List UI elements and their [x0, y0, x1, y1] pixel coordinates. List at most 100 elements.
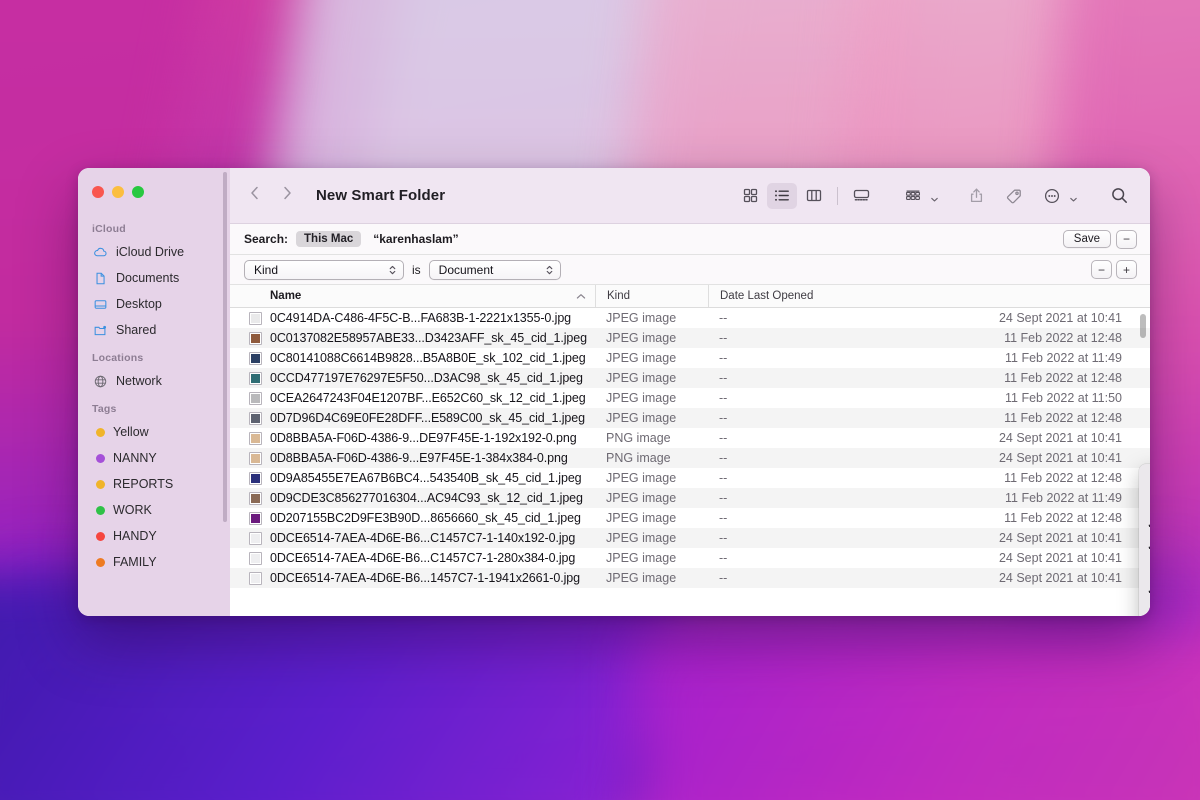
search-scope-bar: Search: This Mac “karenhaslam” Save −	[230, 224, 1150, 255]
file-list[interactable]: 0C4914DA-C486-4F5C-B...FA683B-1-2221x135…	[230, 308, 1150, 616]
file-date-last-opened-cell: --	[719, 351, 728, 365]
table-row[interactable]: 0C80141088C6614B9828...B5A8B0E_sk_102_ci…	[230, 348, 1150, 368]
file-date-last-opened-cell: --	[719, 551, 728, 565]
sidebar-item-documents[interactable]: Documents	[78, 265, 230, 291]
sidebar-item-network[interactable]: Network	[78, 368, 230, 394]
search-criteria-row: Kind is Document − +	[230, 255, 1150, 285]
table-row[interactable]: 0D8BBA5A-F06D-4386-9...E97F45E-1-384x384…	[230, 448, 1150, 468]
tag-dot-icon	[96, 505, 105, 515]
icon-view-button[interactable]	[735, 183, 765, 209]
add-criteria-button[interactable]: +	[1116, 260, 1137, 279]
chevron-down-icon[interactable]	[1069, 191, 1078, 202]
remove-search-button[interactable]: −	[1116, 229, 1137, 249]
file-name-cell: 0CEA2647243F04E1207BF...E652C60_sk_12_ci…	[230, 391, 595, 405]
tag-button[interactable]	[999, 183, 1029, 209]
window-body: iCloud iCloud Drive Documents Desktop Sh…	[78, 168, 1150, 616]
maximize-button[interactable]	[132, 186, 144, 198]
sidebar-item-label: Desktop	[116, 297, 162, 311]
group-by-button[interactable]	[898, 183, 928, 209]
table-row[interactable]: 0DCE6514-7AEA-4D6E-B6...C1457C7-1-140x19…	[230, 528, 1150, 548]
file-name-cell: 0D9A85455E7EA67B6BC4...543540B_sk_45_cid…	[230, 471, 595, 485]
file-kind-cell: PNG image	[606, 451, 671, 465]
file-thumbnail-icon	[249, 551, 262, 565]
menu-item[interactable]: Version	[1139, 601, 1150, 616]
close-button[interactable]	[92, 186, 104, 198]
table-row[interactable]: 0DCE6514-7AEA-4D6E-B6...C1457C7-1-280x38…	[230, 548, 1150, 568]
file-thumbnail-icon	[249, 531, 262, 545]
menu-item[interactable]: Date Created	[1139, 491, 1150, 513]
stepper-arrows-icon	[545, 263, 554, 277]
file-date-last-opened-cell: --	[719, 431, 728, 445]
file-date-added-cell: 24 Sept 2021 at 10:41	[998, 551, 1122, 565]
sidebar-tag-family[interactable]: FAMILY	[78, 549, 230, 575]
table-row[interactable]: 0CEA2647243F04E1207BF...E652C60_sk_12_ci…	[230, 388, 1150, 408]
file-date-added-cell: 11 Feb 2022 at 12:48	[1004, 371, 1122, 385]
table-row[interactable]: 0D9CDE3C856277016304...AC94C93_sk_12_cid…	[230, 488, 1150, 508]
chevron-down-icon[interactable]	[930, 191, 939, 202]
save-button[interactable]: Save	[1062, 230, 1111, 248]
sidebar-item-icloud-drive[interactable]: iCloud Drive	[78, 239, 230, 265]
menu-item[interactable]: Date Modified	[1139, 469, 1150, 491]
menu-item[interactable]: ✓Date Added	[1139, 535, 1150, 557]
list-view-button[interactable]	[767, 182, 797, 209]
sidebar-item-shared[interactable]: Shared	[78, 317, 230, 343]
forward-button[interactable]	[281, 184, 294, 207]
table-row[interactable]: 0D207155BC2D9FE3B90D...8656660_sk_45_cid…	[230, 508, 1150, 528]
file-name-label: 0CEA2647243F04E1207BF...E652C60_sk_12_ci…	[270, 391, 586, 405]
minimize-button[interactable]	[112, 186, 124, 198]
column-headers: Name Kind Date Last Opened	[230, 285, 1150, 308]
remove-criteria-button[interactable]: −	[1091, 260, 1112, 279]
column-header-label: Date Last Opened	[720, 290, 814, 302]
sidebar-tag-handy[interactable]: HANDY	[78, 523, 230, 549]
column-header-date-last-opened[interactable]: Date Last Opened	[708, 285, 1150, 307]
file-name-cell: 0DCE6514-7AEA-4D6E-B6...C1457C7-1-140x19…	[230, 531, 595, 545]
table-row[interactable]: 0D8BBA5A-F06D-4386-9...DE97F45E-1-192x19…	[230, 428, 1150, 448]
table-row[interactable]: 0C4914DA-C486-4F5C-B...FA683B-1-2221x135…	[230, 308, 1150, 328]
file-date-added-cell: 11 Feb 2022 at 12:48	[1004, 331, 1122, 345]
toolbar-divider	[837, 186, 838, 205]
file-kind-cell: JPEG image	[606, 491, 677, 505]
sidebar-tag-nanny[interactable]: NANNY	[78, 445, 230, 471]
file-kind-cell: PNG image	[606, 431, 671, 445]
file-thumbnail-icon	[249, 391, 262, 405]
menu-item[interactable]: ✓Kind	[1139, 579, 1150, 601]
table-row[interactable]: 0D9A85455E7EA67B6BC4...543540B_sk_45_cid…	[230, 468, 1150, 488]
file-kind-cell: JPEG image	[606, 351, 677, 365]
tag-dot-icon	[96, 427, 105, 437]
column-options-context-menu[interactable]: Date ModifiedDate Created✓Date Last Open…	[1139, 464, 1150, 616]
search-button[interactable]	[1104, 183, 1134, 209]
file-name-cell: 0D9CDE3C856277016304...AC94C93_sk_12_cid…	[230, 491, 595, 505]
sidebar-section-icloud: iCloud	[92, 223, 126, 235]
search-scope-this-mac[interactable]: This Mac	[296, 231, 362, 247]
back-button[interactable]	[248, 184, 261, 207]
criteria-attribute-select[interactable]: Kind	[244, 259, 404, 280]
sidebar-item-label: REPORTS	[113, 477, 174, 491]
file-date-last-opened-cell: --	[719, 391, 728, 405]
table-row[interactable]: 0DCE6514-7AEA-4D6E-B6...1457C7-1-1941x26…	[230, 568, 1150, 588]
menu-item[interactable]: Size	[1139, 557, 1150, 579]
column-view-button[interactable]	[799, 183, 829, 209]
table-row[interactable]: 0D7D96D4C69E0FE28DFF...E589C00_sk_45_cid…	[230, 408, 1150, 428]
sidebar-tag-reports[interactable]: REPORTS	[78, 471, 230, 497]
table-row[interactable]: 0CCD477197E76297E5F50...D3AC98_sk_45_cid…	[230, 368, 1150, 388]
gallery-view-button[interactable]	[846, 183, 876, 209]
sidebar-scrollbar[interactable]	[223, 172, 227, 522]
share-button[interactable]	[961, 183, 991, 209]
column-header-name[interactable]: Name	[230, 285, 595, 307]
sidebar-tag-yellow[interactable]: Yellow	[78, 419, 230, 445]
column-header-kind[interactable]: Kind	[595, 285, 708, 307]
more-options-button[interactable]	[1037, 183, 1067, 209]
chevron-up-icon	[576, 293, 586, 300]
criteria-operator: is	[412, 262, 421, 277]
table-row[interactable]: 0C0137082E58957ABE33...D3423AFF_sk_45_ci…	[230, 328, 1150, 348]
cloud-icon	[93, 245, 108, 260]
criteria-value-select[interactable]: Document	[428, 259, 561, 280]
menu-item[interactable]: ✓Date Last Opened	[1139, 513, 1150, 535]
sidebar-item-desktop[interactable]: Desktop	[78, 291, 230, 317]
search-bar-actions: Save −	[1062, 229, 1137, 249]
file-thumbnail-icon	[249, 431, 262, 445]
criteria-attribute-value: Kind	[254, 262, 279, 277]
window-toolbar: New Smart Folder	[230, 168, 1150, 224]
file-list-scrollbar[interactable]	[1140, 314, 1146, 338]
sidebar-tag-work[interactable]: WORK	[78, 497, 230, 523]
